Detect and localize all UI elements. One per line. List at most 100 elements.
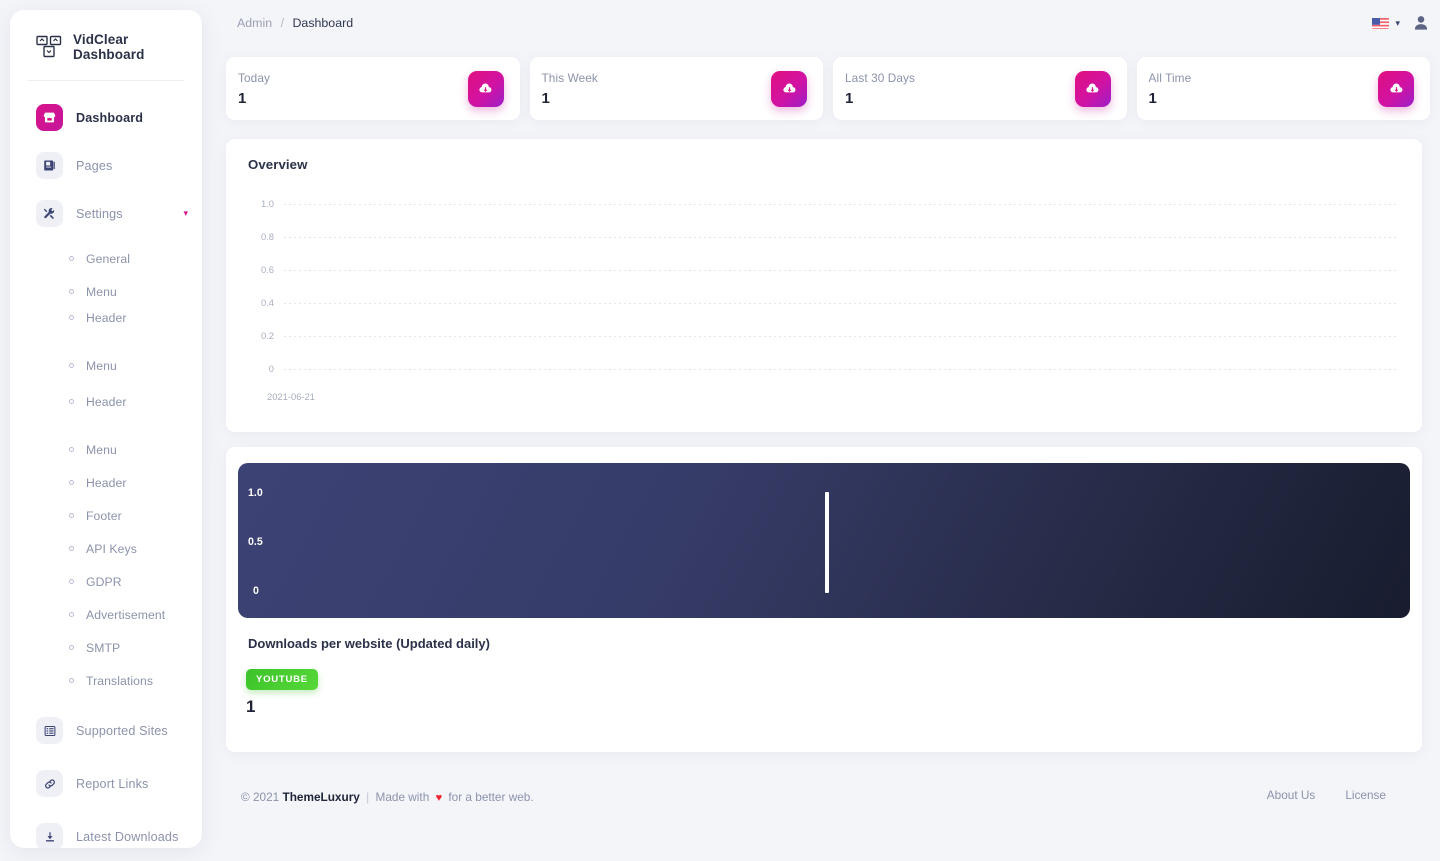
sidebar-item-supported-sites[interactable]: Supported Sites	[10, 708, 202, 753]
brand-name: VidClear Dashboard	[73, 32, 145, 62]
stat-card-today[interactable]: Today 1	[226, 57, 520, 120]
y-axis-tick: 0	[253, 585, 259, 597]
submenu-label: Header	[86, 310, 127, 325]
footer-link-about-us[interactable]: About Us	[1267, 788, 1316, 802]
sidebar-item-settings[interactable]: Settings ▾	[10, 193, 202, 234]
breadcrumb: Admin / Dashboard	[237, 16, 353, 30]
stat-text: All Time 1	[1149, 71, 1192, 107]
submenu-item-translations[interactable]: Translations	[10, 664, 202, 697]
home-shop-icon	[36, 104, 63, 131]
brand[interactable]: VidClear Dashboard	[10, 10, 202, 80]
y-axis-tick: 1.0	[248, 487, 263, 499]
stat-label: Last 30 Days	[845, 70, 916, 85]
heart-icon: ♥	[435, 792, 443, 804]
youtube-download-count: 1	[246, 697, 256, 716]
stat-card-this-week[interactable]: This Week 1	[529, 57, 823, 120]
sidebar: VidClear Dashboard Dashboard Pages Setti…	[10, 10, 202, 848]
footer-links: About Us License	[1267, 788, 1386, 802]
submenu-label: General	[86, 327, 130, 330]
dashboard-grid-logo-icon	[36, 35, 62, 59]
sidebar-item-pages[interactable]: Pages	[10, 145, 202, 186]
user-avatar-icon[interactable]	[1412, 14, 1430, 32]
downloads-title: Downloads per website (Updated daily)	[248, 636, 490, 651]
sidebar-item-report-links[interactable]: Report Links	[10, 761, 202, 806]
stat-value: 1	[238, 89, 247, 107]
submenu-item-smtp[interactable]: SMTP	[10, 631, 202, 664]
stat-card-all-time[interactable]: All Time 1	[1136, 57, 1430, 120]
submenu-item-api-keys[interactable]: API Keys	[10, 532, 202, 565]
overview-panel: Overview 1.0 0.8 0.6 0.4 0.2 0 2021-06-2…	[226, 139, 1422, 432]
footer-credit: © 2021 ThemeLuxury | Made with ♥ for a b…	[241, 790, 534, 804]
bullet-icon	[69, 546, 74, 551]
settings-submenu: General Menu Header General Menu	[10, 242, 202, 697]
submenu-item-advertisement[interactable]: Advertisement	[10, 598, 202, 631]
gridline	[284, 369, 1396, 370]
bullet-icon	[69, 289, 74, 294]
gridline	[284, 303, 1396, 304]
stat-text: This Week 1	[542, 71, 598, 107]
submenu-label: Advertisement	[86, 607, 166, 622]
submenu-item-menu[interactable]: Menu	[10, 349, 202, 382]
submenu-item-header[interactable]: Header	[10, 392, 202, 411]
downloads-bar-chart: 1.0 0.5 0	[238, 463, 1410, 618]
sidebar-item-supported-sites-label: Supported Sites	[76, 723, 168, 738]
submenu-label: Menu	[86, 284, 117, 299]
sidebar-item-report-links-label: Report Links	[76, 776, 149, 791]
stat-card-last-30-days[interactable]: Last 30 Days 1	[833, 57, 1127, 120]
submenu-label: Header	[86, 475, 127, 490]
submenu-label: Header	[86, 394, 127, 409]
y-axis-tick: 0	[268, 363, 274, 374]
us-flag-icon	[1372, 17, 1390, 29]
y-axis-tick: 0.8	[260, 231, 274, 242]
submenu-item-footer[interactable]: Footer	[10, 499, 202, 532]
y-axis-tick: 1.0	[260, 198, 274, 209]
submenu-item-menu[interactable]: Menu	[10, 433, 202, 466]
footer-link-license[interactable]: License	[1345, 788, 1386, 802]
tools-wrench-icon	[36, 200, 63, 227]
gridline	[284, 204, 1396, 205]
sidebar-divider	[28, 80, 184, 81]
gridline	[284, 270, 1396, 271]
submenu-label: API Keys	[86, 541, 137, 556]
breadcrumb-root[interactable]: Admin	[237, 16, 272, 30]
dashboard-page: VidClear Dashboard Dashboard Pages Setti…	[0, 0, 1440, 861]
cloud-download-icon	[1378, 70, 1414, 107]
submenu-item-general-clipped[interactable]: General	[10, 411, 202, 420]
stat-value: 1	[1148, 89, 1157, 107]
stat-label: Today	[238, 70, 270, 85]
bar-youtube	[825, 492, 829, 593]
link-chain-icon	[36, 770, 63, 797]
submenu-item-header[interactable]: Header	[10, 466, 202, 499]
bullet-icon	[69, 579, 74, 584]
footer-brand[interactable]: ThemeLuxury	[283, 790, 360, 804]
chevron-down-icon: ▾	[1395, 17, 1400, 28]
submenu-item-general-clipped[interactable]: General	[10, 327, 202, 336]
list-grid-icon	[36, 717, 63, 744]
submenu-label: SMTP	[86, 640, 121, 655]
y-axis-tick: 0.4	[260, 297, 274, 308]
stat-value: 1	[845, 89, 854, 107]
download-tray-icon	[36, 823, 63, 848]
bullet-icon	[69, 513, 74, 518]
stat-text: Last 30 Days 1	[845, 71, 915, 107]
chevron-down-icon: ▾	[183, 208, 188, 218]
submenu-item-general[interactable]: General	[10, 242, 202, 275]
submenu-label: GDPR	[86, 574, 122, 589]
submenu-item-menu[interactable]: Menu	[10, 275, 202, 308]
breadcrumb-current: Dashboard	[292, 16, 354, 30]
sidebar-item-pages-label: Pages	[76, 158, 113, 173]
cloud-download-icon	[1074, 70, 1111, 107]
sidebar-item-latest-downloads[interactable]: Latest Downloads	[10, 814, 202, 848]
submenu-item-header[interactable]: Header	[10, 308, 202, 327]
stat-text: Today 1	[238, 71, 270, 107]
language-selector[interactable]: ▾	[1372, 17, 1400, 29]
breadcrumb-separator: /	[280, 16, 285, 30]
status-badge-youtube[interactable]: YOUTUBE	[246, 669, 318, 690]
gridline	[284, 237, 1396, 238]
submenu-item-gdpr[interactable]: GDPR	[10, 565, 202, 598]
footer: © 2021 ThemeLuxury | Made with ♥ for a b…	[226, 780, 1430, 820]
bullet-icon	[69, 480, 74, 485]
cloud-download-icon	[771, 70, 807, 107]
sidebar-item-dashboard[interactable]: Dashboard	[10, 97, 202, 138]
header-actions: ▾	[1372, 14, 1430, 32]
